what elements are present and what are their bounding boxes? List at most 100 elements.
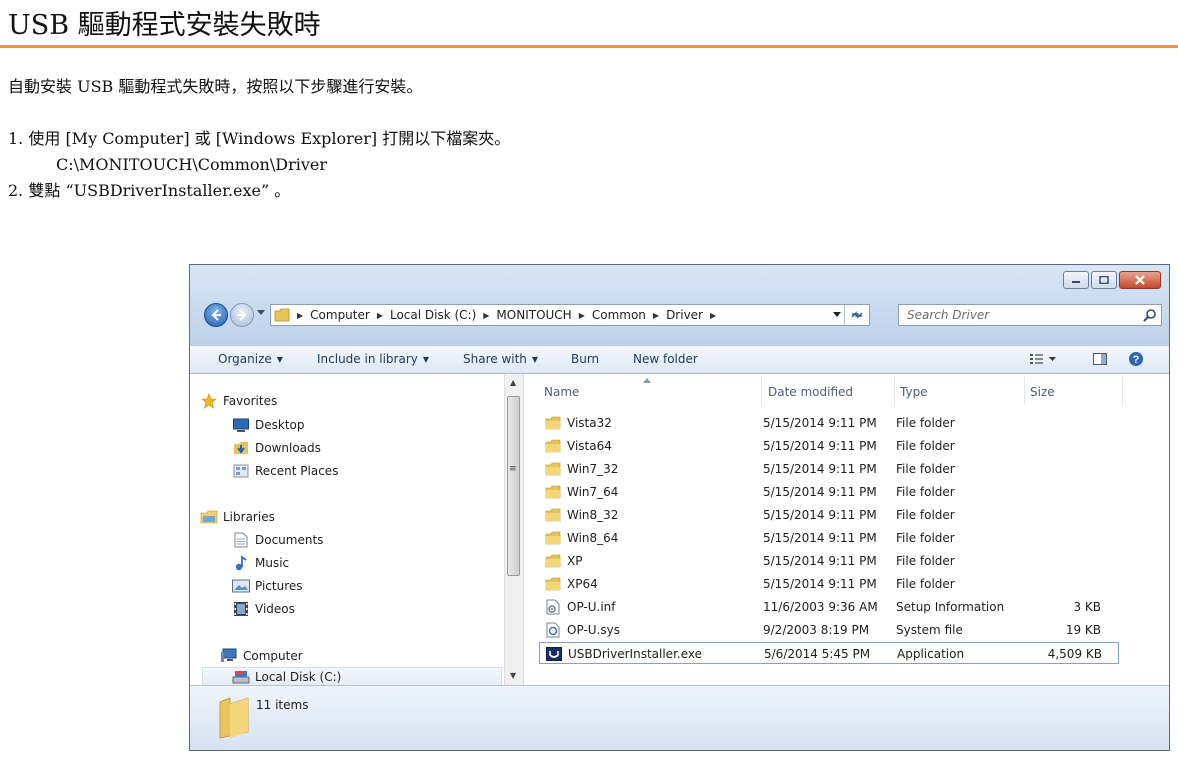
window-controls <box>1063 271 1161 289</box>
forward-button[interactable] <box>230 303 254 327</box>
new-folder-button[interactable]: New folder <box>633 352 698 366</box>
chevron-right-icon: ▶ <box>483 310 490 320</box>
minimize-icon <box>1072 281 1080 283</box>
folder-icon <box>545 553 561 569</box>
file-name-cell: XP <box>545 553 582 569</box>
include-in-library-menu[interactable]: Include in library ▼ <box>317 352 429 366</box>
setup-info-icon <box>545 599 561 615</box>
file-row[interactable]: Win8_32 5/15/2014 9:11 PM File folder <box>539 504 1119 526</box>
share-with-menu[interactable]: Share with ▼ <box>463 352 538 366</box>
include-in-library-label: Include in library <box>317 352 418 366</box>
folder-icon <box>545 415 561 431</box>
file-name-cell: USBDriverInstaller.exe <box>546 646 702 662</box>
nav-item-music[interactable]: Music <box>232 553 289 573</box>
file-row[interactable]: Vista32 5/15/2014 9:11 PM File folder <box>539 412 1119 434</box>
file-type: Setup Information <box>896 600 1005 614</box>
search-icon[interactable] <box>1143 308 1157 322</box>
breadcrumb-monitouch[interactable]: MONITOUCH <box>496 308 571 322</box>
navigation-scrollbar[interactable]: ▲ ≡ ▼ <box>504 374 523 685</box>
column-header-name[interactable]: Name <box>544 385 579 399</box>
column-header-type[interactable]: Type <box>900 385 928 399</box>
file-date: 5/15/2014 9:11 PM <box>763 416 877 430</box>
file-name: OP-U.inf <box>567 600 616 614</box>
file-name: Vista32 <box>567 416 612 430</box>
music-icon <box>235 555 247 571</box>
chevron-down-icon: ▼ <box>422 355 430 364</box>
recent-pages-dropdown-icon[interactable] <box>257 310 265 316</box>
page-title: USB 驅動程式安裝失敗時 <box>8 10 321 41</box>
refresh-button[interactable] <box>844 305 869 325</box>
maximize-button[interactable] <box>1091 271 1117 289</box>
breadcrumb-driver[interactable]: Driver <box>666 308 703 322</box>
arrow-right-icon <box>237 309 247 321</box>
pictures-icon <box>232 579 250 593</box>
file-row[interactable]: Win7_32 5/15/2014 9:11 PM File folder <box>539 458 1119 480</box>
file-row[interactable]: OP-U.inf 11/6/2003 9:36 AM Setup Informati… <box>539 596 1119 618</box>
breadcrumb-common[interactable]: Common <box>592 308 646 322</box>
explorer-window: ▶ Computer ▶ Local Disk (C:) ▶ MONITOUCH… <box>189 264 1170 751</box>
burn-button[interactable]: Burn <box>571 352 599 366</box>
column-header-size[interactable]: Size <box>1030 385 1055 399</box>
file-type: File folder <box>896 462 955 476</box>
nav-item-recent-places[interactable]: Recent Places <box>232 461 338 481</box>
nav-item-documents[interactable]: Documents <box>232 530 323 550</box>
file-name-cell: Win7_64 <box>545 484 618 500</box>
change-view-button[interactable] <box>1028 351 1058 370</box>
breadcrumb-computer[interactable]: Computer <box>310 308 370 322</box>
address-dropdown-icon[interactable] <box>833 312 841 318</box>
folder-icon <box>545 530 561 546</box>
column-header-date[interactable]: Date modified <box>768 385 853 399</box>
chevron-right-icon: ▶ <box>710 310 717 320</box>
file-row[interactable]: Vista64 5/15/2014 9:11 PM File folder <box>539 435 1119 457</box>
file-list-pane: Name Date modified Type Size Vista32 5/15… <box>524 374 1169 685</box>
file-row[interactable]: Win7_64 5/15/2014 9:11 PM File folder <box>539 481 1119 503</box>
search-placeholder: Search Driver <box>907 308 990 322</box>
file-name: XP <box>567 554 583 568</box>
back-button[interactable] <box>204 303 228 327</box>
file-row[interactable]: USBDriverInstaller.exe 5/6/2014 5:45 PM Ap… <box>539 642 1119 664</box>
file-row[interactable]: XP64 5/15/2014 9:11 PM File folder <box>539 573 1119 595</box>
search-input[interactable]: Search Driver <box>898 304 1162 326</box>
file-name-cell: Win8_32 <box>545 507 618 523</box>
file-row[interactable]: OP-U.sys 9/2/2003 8:19 PM System file 19 KB <box>539 619 1119 641</box>
breadcrumb-local-disk[interactable]: Local Disk (C:) <box>390 308 476 322</box>
star-icon <box>201 393 217 409</box>
preview-pane-button[interactable] <box>1092 351 1108 370</box>
scroll-up-icon[interactable]: ▲ <box>510 378 516 387</box>
file-date: 5/15/2014 9:11 PM <box>763 531 877 545</box>
nav-item-local-disk[interactable]: Local Disk (C:) <box>202 667 502 687</box>
nav-item-pictures[interactable]: Pictures <box>232 576 303 596</box>
help-button[interactable]: ? <box>1128 351 1144 370</box>
file-name: Win7_64 <box>567 485 619 499</box>
help-icon: ? <box>1129 352 1143 366</box>
file-name: Vista64 <box>567 439 612 453</box>
minimize-button[interactable] <box>1063 271 1089 289</box>
nav-item-desktop[interactable]: Desktop <box>232 415 305 435</box>
close-button[interactable] <box>1119 271 1161 289</box>
file-type: File folder <box>896 531 955 545</box>
nav-item-videos[interactable]: Videos <box>232 599 295 619</box>
organize-menu[interactable]: Organize ▼ <box>218 352 283 366</box>
file-type: System file <box>896 623 963 637</box>
nav-item-computer[interactable]: Computer <box>220 646 303 666</box>
file-name-cell: Win7_32 <box>545 461 618 477</box>
step-2-text: 2. 雙點 “USBDriverInstaller.exe” 。 <box>8 181 291 200</box>
sort-up-icon <box>643 378 651 383</box>
file-row[interactable]: XP 5/15/2014 9:11 PM File folder <box>539 550 1119 572</box>
nav-item-downloads[interactable]: Downloads <box>232 438 321 458</box>
file-row[interactable]: Win8_64 5/15/2014 9:11 PM File folder <box>539 527 1119 549</box>
nav-item-favorites[interactable]: Favorites <box>200 391 277 411</box>
scroll-down-icon[interactable]: ▼ <box>510 671 516 680</box>
nav-item-libraries[interactable]: Libraries <box>200 507 275 527</box>
file-date: 5/15/2014 9:11 PM <box>763 439 877 453</box>
local-disk-icon <box>232 671 250 684</box>
address-bar[interactable]: ▶ Computer ▶ Local Disk (C:) ▶ MONITOUCH… <box>270 304 870 326</box>
folder-icon <box>545 438 561 454</box>
folder-icon <box>545 576 561 592</box>
chevron-right-icon: ▶ <box>578 310 585 320</box>
computer-icon <box>221 648 237 662</box>
file-type: File folder <box>896 554 955 568</box>
scrollbar-thumb[interactable] <box>507 396 520 576</box>
folder-icon <box>545 484 561 500</box>
folder-path-text: C:\MONITOUCH\Common\Driver <box>56 155 327 174</box>
